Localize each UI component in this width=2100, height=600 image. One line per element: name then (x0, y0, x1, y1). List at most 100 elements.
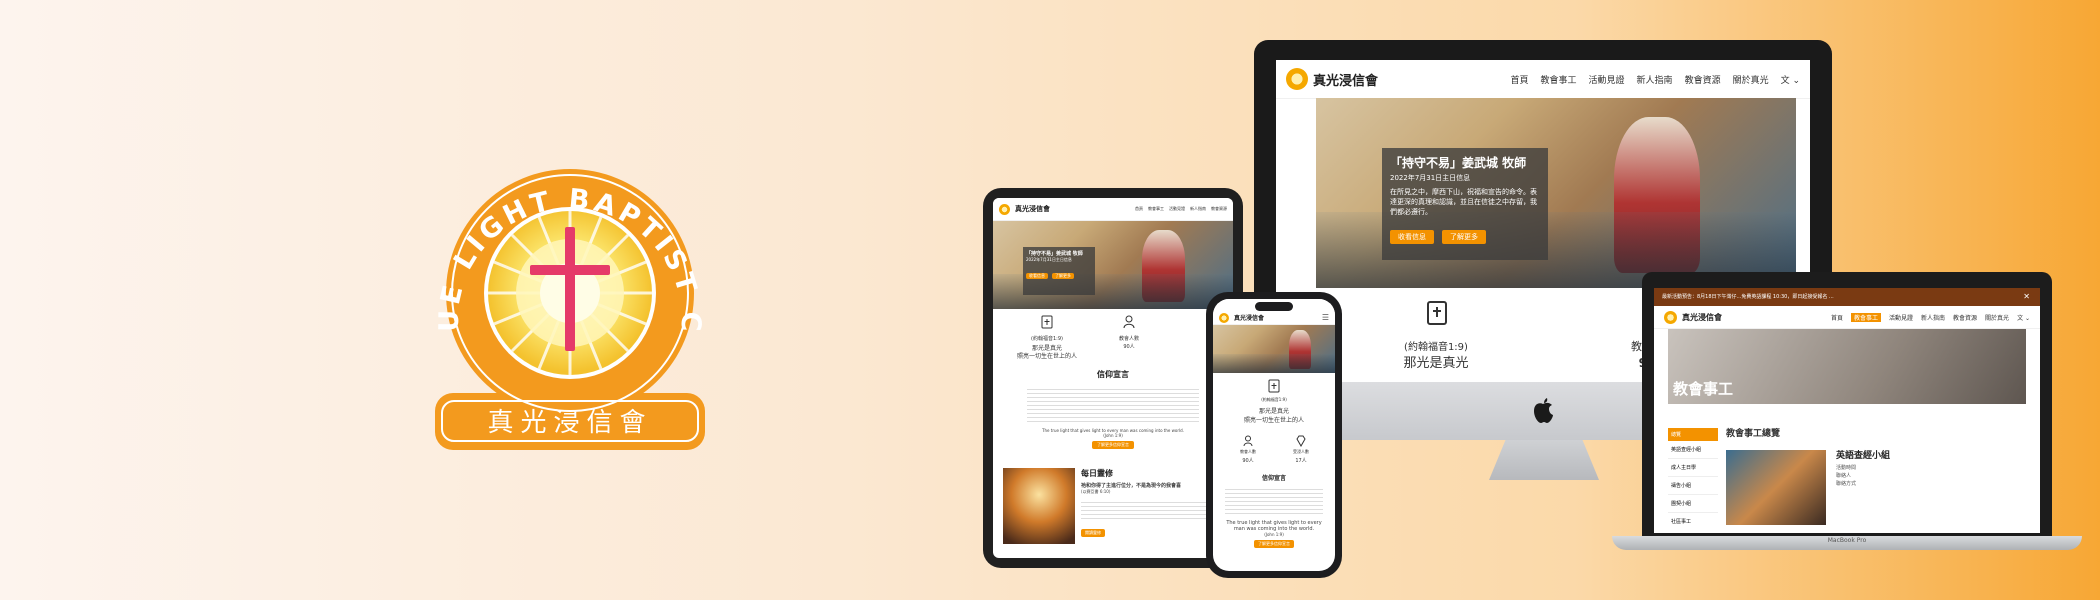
nav-about[interactable]: 關於真光 (1985, 313, 2009, 322)
statement-button[interactable]: 了解更多信仰宣言 (1092, 441, 1134, 449)
devotion-body-lines (1081, 499, 1226, 521)
baptism-value: 17人 (1295, 458, 1307, 464)
laptop-base: MacBook Pro (1612, 536, 2082, 550)
watch-sermon-button[interactable]: 收看信息 (1026, 273, 1048, 279)
tablet-screen: 真光浸信會 首頁 教會事工 活動見證 新人指南 教會資源 「持守不易」姜武城 牧… (993, 198, 1233, 558)
attendance-label: 教會人數 (1118, 336, 1139, 342)
verse-text: 那光是真光 (1258, 408, 1289, 415)
tablet-hero-banner: 「持守不易」姜武城 牧師 2022年7月31日主日信息 收看信息 了解更多 (993, 221, 1233, 309)
announcement-text: 最新活動預告：8月18日下午灣仔...免費英語課程 10:30，即日起接受報名 … (1662, 294, 1834, 300)
nav-about[interactable]: 關於真光 (1733, 73, 1769, 86)
hamburger-menu-icon[interactable]: ☰ (1322, 313, 1329, 322)
close-icon[interactable]: ✕ (2023, 288, 2030, 306)
brand-logo-icon (1286, 68, 1308, 90)
group-contact-method: 聯絡方式 (1836, 481, 1857, 487)
devotion-reference: (以賽亞書 6:10) (1081, 489, 1111, 494)
brand-name: 真光浸信會 (1234, 315, 1265, 322)
nav-language[interactable]: 文 ⌄ (2017, 313, 2030, 322)
nav-activities[interactable]: 活動見證 (1589, 73, 1625, 86)
bible-icon (1268, 379, 1280, 393)
devotion-subtitle: 祂和你得了主進行位分，不是為現今的我會喜 (1081, 483, 1182, 489)
brand-name: 真光浸信會 (1682, 312, 1722, 322)
learn-more-button[interactable]: 了解更多 (1052, 273, 1074, 279)
attendance-label: 教會人數 (1240, 449, 1256, 454)
sidebar-item-prayer[interactable]: 禱告小組 (1668, 477, 1718, 495)
sidebar-item-overview[interactable]: 總覽 (1668, 428, 1718, 441)
logo-chinese-name: 真光浸信會 (487, 408, 652, 438)
devotion-button[interactable]: 閱讀靈修 (1081, 529, 1105, 537)
laptop-sidebar: 總覽 英語查經小組 成人主日學 禱告小組 團契小組 社區事工 (1668, 428, 1718, 530)
tablet-navbar: 真光浸信會 首頁 教會事工 活動見證 新人指南 教會資源 (993, 198, 1233, 221)
attendance-value: 90人 (1123, 344, 1135, 350)
monitor-stand (1489, 440, 1599, 480)
nav-ministries[interactable]: 教會事工 (1148, 206, 1164, 212)
desktop-brand[interactable]: 真光浸信會 (1286, 68, 1378, 90)
person-icon (1123, 315, 1135, 329)
phone-notch (1255, 302, 1293, 311)
sidebar-item-sunday-school[interactable]: 成人主日學 (1668, 459, 1718, 477)
person-icon (1243, 435, 1253, 447)
brand-logo-icon (1664, 310, 1677, 324)
nav-resources[interactable]: 教會資源 (1211, 206, 1227, 212)
laptop-brand-caption: MacBook Pro (1827, 537, 1867, 544)
group-title: 英語查經小組 (1836, 451, 1891, 461)
tablet-nav-links: 首頁 教會事工 活動見證 新人指南 教會資源 (1135, 206, 1227, 212)
group-contact: 聯絡人 (1836, 473, 1852, 479)
desktop-navbar: 真光浸信會 首頁 教會事工 活動見證 新人指南 教會資源 關於真光 文 ⌄ (1276, 60, 1810, 99)
apple-logo-icon (1534, 398, 1553, 423)
watch-sermon-button[interactable]: 收看信息 (1390, 230, 1434, 244)
brand-name: 真光浸信會 (1313, 73, 1379, 89)
sidebar-item-community[interactable]: 社區事工 (1668, 513, 1718, 530)
phone-statement: 信仰宣言 The true light that gives light to … (1213, 473, 1335, 548)
diamond-icon (1296, 435, 1306, 447)
phone-brand[interactable]: 真光浸信會 (1219, 312, 1265, 323)
verse-full: 照亮一切生在世上的人 (1243, 417, 1304, 424)
announcement-bar: 最新活動預告：8月18日下午灣仔...免費英語課程 10:30，即日起接受報名 … (1654, 288, 2040, 306)
brand-logo-icon (999, 203, 1010, 215)
group-thumbnail (1726, 450, 1826, 525)
nav-newcomers[interactable]: 新人指南 (1190, 206, 1206, 212)
nav-newcomers[interactable]: 新人指南 (1637, 73, 1673, 86)
nav-resources[interactable]: 教會資源 (1685, 73, 1721, 86)
nav-activities[interactable]: 活動見證 (1889, 313, 1913, 322)
learn-more-button[interactable]: 了解更多 (1442, 230, 1486, 244)
nav-newcomers[interactable]: 新人指南 (1921, 313, 1945, 322)
baptism-label: 受浸人數 (1293, 449, 1309, 454)
nav-ministries[interactable]: 教會事工 (1541, 73, 1577, 86)
nav-home[interactable]: 首頁 (1511, 73, 1529, 86)
laptop: 最新活動預告：8月18日下午灣仔...免費英語課程 10:30，即日起接受報名 … (1612, 272, 2082, 562)
verse-label: (約翰福音1:9) (1404, 342, 1468, 353)
sidebar-item-english-bible[interactable]: 英語查經小組 (1668, 441, 1718, 459)
laptop-brand[interactable]: 真光浸信會 (1664, 310, 1722, 324)
nav-activities[interactable]: 活動見證 (1169, 206, 1185, 212)
statement-reference: (John 1:9) (1103, 433, 1123, 438)
nav-language[interactable]: 文 ⌄ (1781, 73, 1800, 86)
hero-title: 「持守不易」姜武城 牧師 (1026, 251, 1083, 257)
devotion-image (1003, 468, 1075, 544)
hero-title: 「持守不易」姜武城 牧師 (1390, 156, 1527, 170)
statement-button[interactable]: 了解更多信仰宣言 (1254, 540, 1294, 548)
hero-date: 2022年7月31日主日信息 (1390, 174, 1471, 182)
brand-name: 真光浸信會 (1015, 205, 1050, 213)
tablet-info: (約翰福音1:9) 那光是真光 照亮一切生在世上的人 教會人數 90人 (993, 309, 1233, 369)
sidebar-item-fellowship[interactable]: 團契小組 (1668, 495, 1718, 513)
statement-reference: (John 1:9) (1264, 532, 1284, 537)
bible-icon (1427, 301, 1447, 325)
phone-info-verse: (約翰福音1:9) 那光是真光 照亮一切生在世上的人 (1213, 373, 1335, 435)
statement-heading: 信仰宣言 (1097, 370, 1129, 379)
verse-full: 照亮一切生在世上的人 (1016, 353, 1077, 360)
attendance-value: 90人 (1242, 458, 1254, 464)
nav-ministries-active[interactable]: 教會事工 (1850, 312, 1881, 322)
nav-resources[interactable]: 教會資源 (1953, 313, 1977, 322)
verse-text: 那光是真光 (1403, 356, 1469, 371)
statement-body-lines (1027, 386, 1199, 422)
desktop-hero-banner: 「持守不易」姜武城 牧師 2022年7月31日主日信息 在所見之中，摩西下山，祝… (1316, 98, 1796, 288)
laptop-nav-links: 首頁 教會事工 活動見證 新人指南 教會資源 關於真光 文 ⌄ (1831, 312, 2030, 322)
devotion-heading: 每日靈修 (1081, 469, 1113, 478)
nav-home[interactable]: 首頁 (1135, 206, 1143, 212)
statement-english: The true light that gives light to every… (1226, 520, 1322, 532)
nav-home[interactable]: 首頁 (1831, 313, 1843, 322)
group-meta: 活動時間 聯絡人 聯絡方式 (1836, 464, 1856, 488)
phone-screen: 真光浸信會 ☰ (約翰福音1:9) 那光是真光 照亮一切生在世上的人 教會人數 … (1213, 299, 1335, 571)
tablet-brand[interactable]: 真光浸信會 (999, 203, 1050, 215)
